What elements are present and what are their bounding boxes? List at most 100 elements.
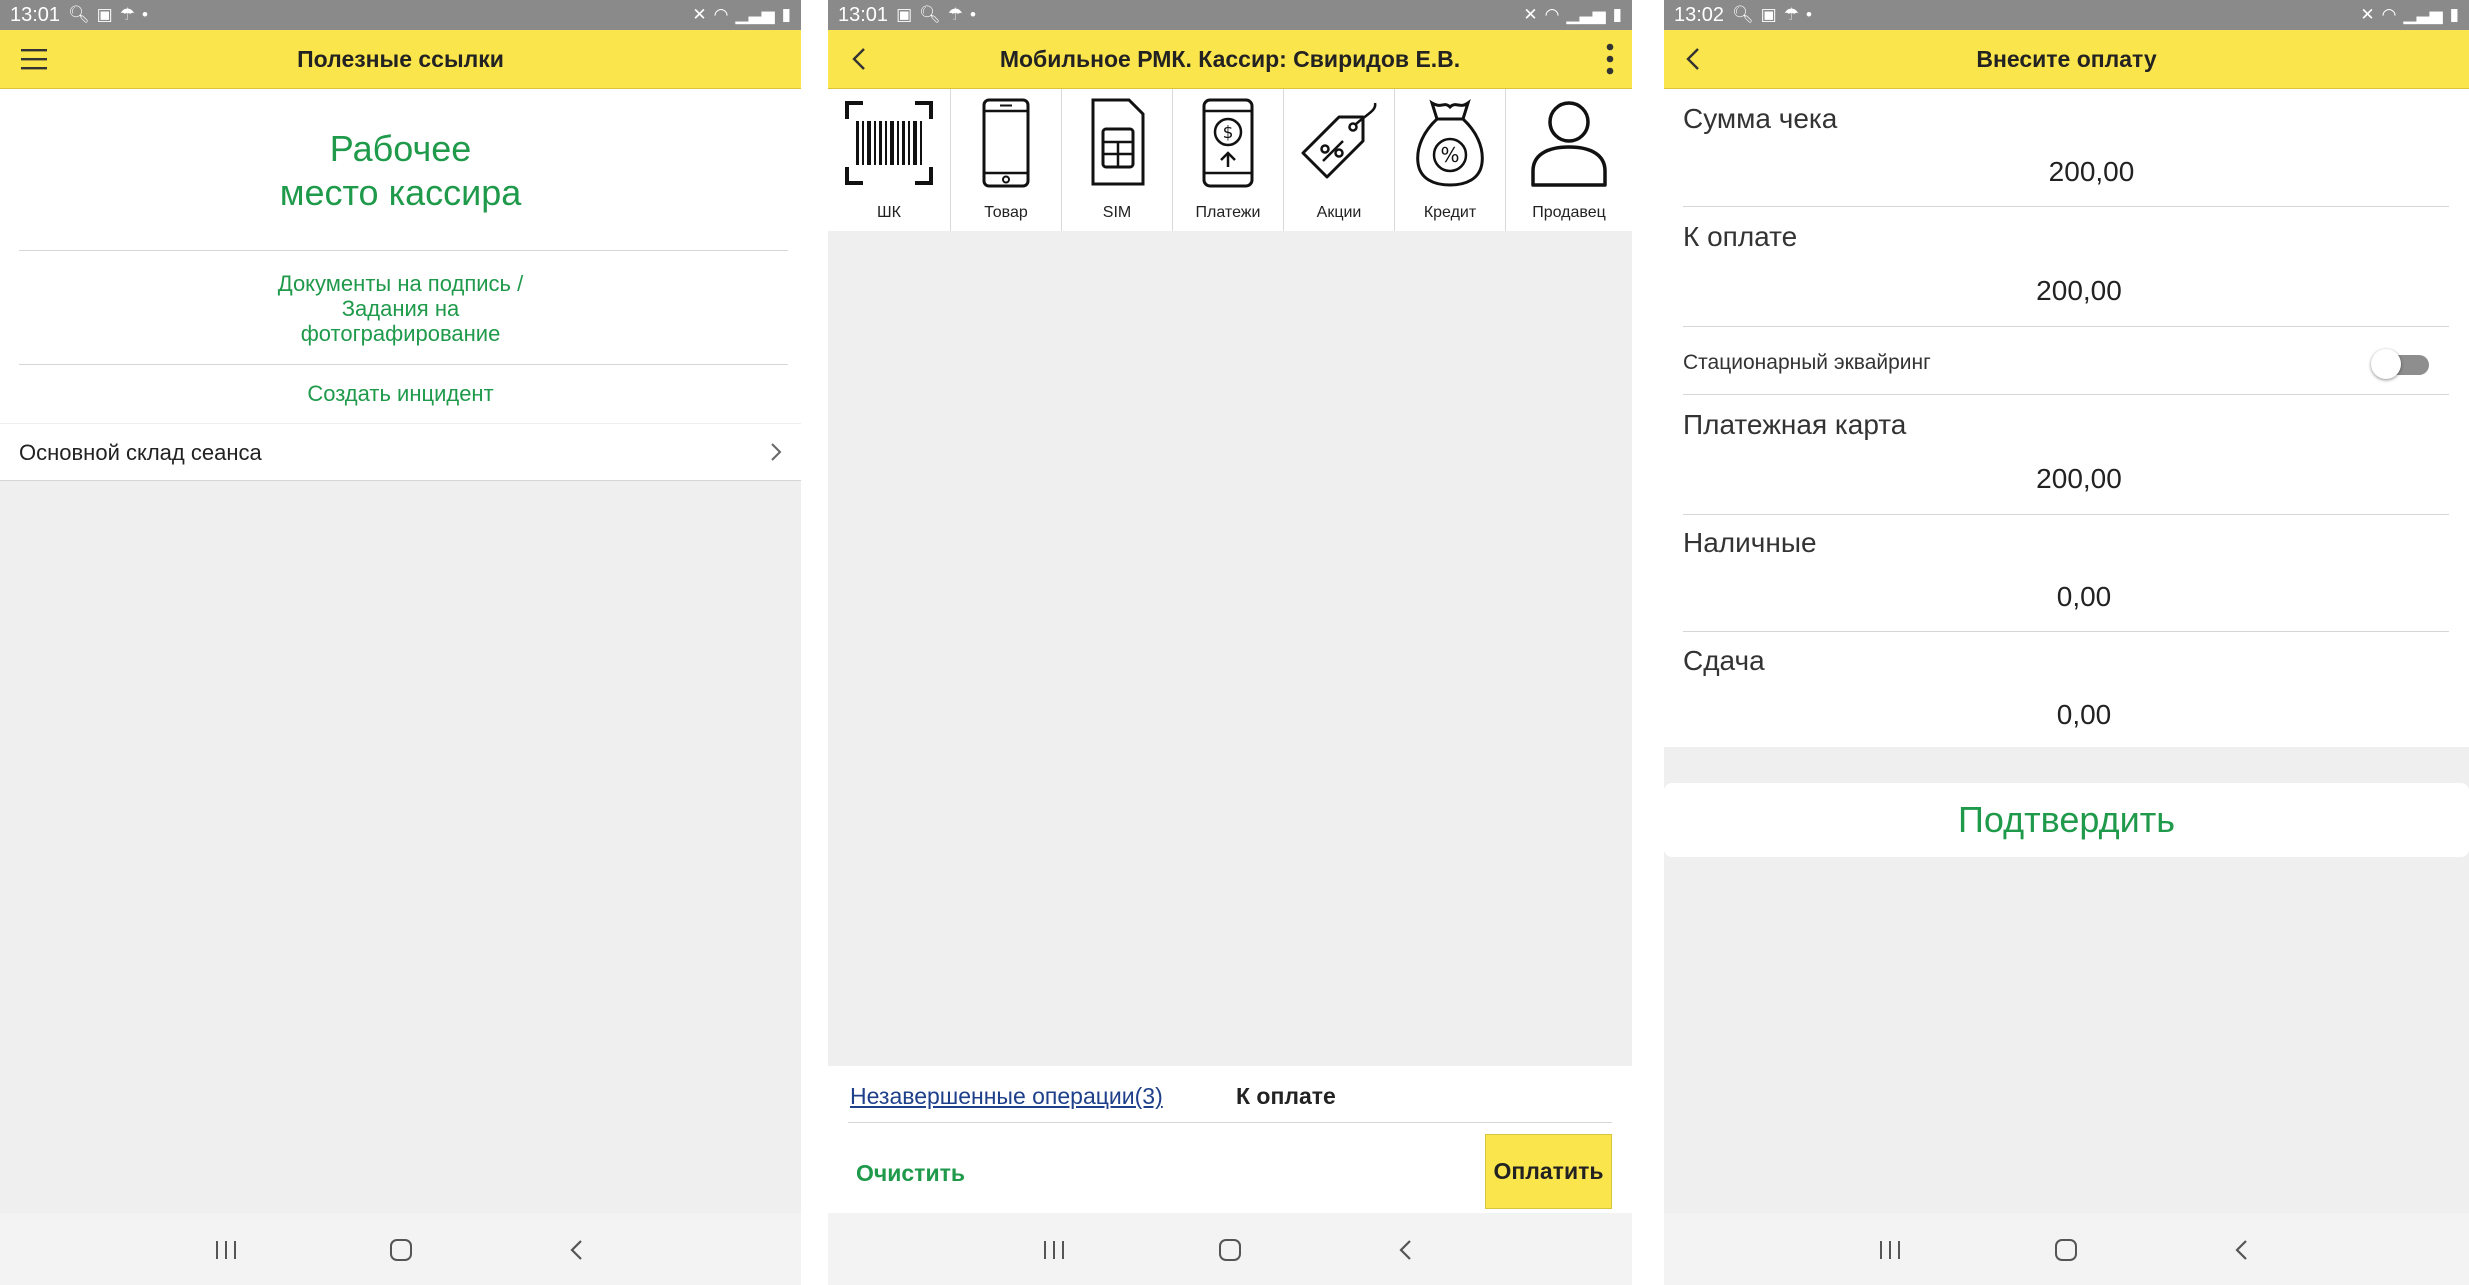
cash-input[interactable]: 0,00: [1664, 581, 2444, 613]
tool-label: SIM: [1102, 204, 1132, 221]
dot-icon: •: [969, 5, 976, 24]
to-pay-value: 200,00: [2036, 275, 2122, 306]
barcode-scan-icon: [845, 101, 933, 185]
wifi-icon: ◠: [2381, 5, 2397, 24]
stationary-acquiring-toggle[interactable]: [2371, 349, 2429, 379]
phone-payment-icon: $: [1202, 98, 1254, 188]
change-value: 0,00: [2056, 699, 2112, 730]
tool-label: Товар: [984, 204, 1028, 221]
toggle-knob: [2371, 349, 2401, 379]
battery-icon: ▮: [2449, 5, 2459, 24]
status-time: 13:02: [1674, 3, 1725, 26]
app-bar: Внесите оплату: [1664, 30, 2469, 89]
home-icon[interactable]: [1213, 1233, 1247, 1267]
signal-icon: ▁▃▅: [1566, 5, 1606, 24]
tool-label: Акции: [1316, 204, 1362, 221]
screen-make-payment: 13:02 🔍︎ ▣ ☂ • ✕ ◠ ▁▃▅ ▮ Внесите оплату …: [1664, 0, 2469, 1285]
dot-icon: •: [1805, 5, 1812, 24]
cashier-workplace-link[interactable]: Рабочее место кассира: [0, 127, 801, 215]
discount-tag-icon: [1301, 102, 1377, 179]
gallery-icon: ▣: [1760, 5, 1777, 24]
main-warehouse-row[interactable]: Основной склад сеанса: [0, 424, 801, 481]
svg-text:$: $: [1223, 123, 1234, 143]
back-icon[interactable]: [560, 1233, 594, 1267]
tool-label: Продавец: [1532, 204, 1606, 221]
divider: [1683, 206, 2449, 207]
gallery-icon: ▣: [896, 5, 913, 24]
documents-link[interactable]: Документы на подпись / Задания на фотогр…: [0, 271, 801, 346]
back-icon[interactable]: [1389, 1233, 1423, 1267]
divider: [19, 364, 788, 365]
wifi-icon: ◠: [713, 5, 729, 24]
tool-credit[interactable]: % Кредит: [1395, 89, 1506, 231]
tool-label: Кредит: [1423, 204, 1477, 221]
home-icon[interactable]: [384, 1233, 418, 1267]
back-icon[interactable]: [2225, 1233, 2259, 1267]
payment-card-label: Платежная карта: [1683, 409, 1907, 440]
svg-text:%: %: [1440, 143, 1459, 167]
page-title: Мобильное РМК. Кассир: Свиридов Е.В.: [999, 46, 1461, 72]
money-bag-icon: %: [1416, 99, 1484, 187]
cashier-workplace-line1: Рабочее: [329, 128, 472, 169]
more-vert-icon[interactable]: [1604, 42, 1616, 76]
to-pay-label: К оплате: [1683, 221, 1798, 252]
pending-operations-link[interactable]: Незавершенные операции(3): [850, 1083, 1163, 1110]
change-label: Сдача: [1683, 645, 1765, 676]
mute-icon: ✕: [2360, 5, 2375, 24]
recent-apps-icon[interactable]: [1873, 1233, 1907, 1267]
divider: [19, 250, 788, 251]
status-bar: 13:02 🔍︎ ▣ ☂ • ✕ ◠ ▁▃▅ ▮: [1664, 0, 2469, 30]
user-icon: [1531, 101, 1607, 187]
pay-button[interactable]: Оплатить: [1485, 1134, 1612, 1209]
recent-apps-icon[interactable]: [1037, 1233, 1071, 1267]
battery-icon: ▮: [781, 5, 791, 24]
search-icon: 🔍︎: [68, 5, 90, 24]
umbrella-icon: ☂: [119, 5, 135, 24]
clear-button[interactable]: Очистить: [856, 1160, 965, 1187]
divider: [1683, 326, 2449, 327]
battery-icon: ▮: [1612, 5, 1622, 24]
home-icon[interactable]: [2049, 1233, 2083, 1267]
divider: [1683, 631, 2449, 632]
cashier-workplace-line2: место кассира: [279, 172, 522, 213]
umbrella-icon: ☂: [1783, 5, 1799, 24]
tool-product[interactable]: Товар: [951, 89, 1062, 231]
page-title: Полезные ссылки: [297, 46, 504, 72]
divider: [848, 1122, 1612, 1123]
dot-icon: •: [141, 5, 148, 24]
divider: [1683, 514, 2449, 515]
wifi-icon: ◠: [1544, 5, 1560, 24]
main-warehouse-label: Основной склад сеанса: [19, 440, 262, 465]
tool-barcode[interactable]: ШК: [828, 89, 951, 231]
system-nav-bar: [828, 1213, 1632, 1285]
status-time: 13:01: [838, 3, 889, 26]
signal-icon: ▁▃▅: [735, 5, 775, 24]
screen-useful-links: 13:01 🔍︎ ▣ ☂ • ✕ ◠ ▁▃▅ ▮ Полезные ссылки…: [0, 0, 801, 1285]
sim-card-icon: [1091, 98, 1145, 186]
mute-icon: ✕: [692, 5, 707, 24]
recent-apps-icon[interactable]: [209, 1233, 243, 1267]
search-icon: 🔍︎: [919, 5, 941, 24]
status-bar: 13:01 ▣ 🔍︎ ☂ • ✕ ◠ ▁▃▅ ▮: [828, 0, 1632, 30]
cash-label: Наличные: [1683, 527, 1817, 558]
system-nav-bar: [1664, 1213, 2469, 1285]
tool-label: Платежи: [1195, 204, 1261, 221]
create-incident-link[interactable]: Создать инцидент: [0, 381, 801, 407]
checkout-panel: Незавершенные операции(3) К оплате Очист…: [828, 1066, 1632, 1214]
system-nav-bar: [0, 1213, 801, 1285]
chevron-right-icon: [771, 443, 782, 461]
tool-payments[interactable]: $ Платежи: [1173, 89, 1284, 231]
receipt-sum-label: Сумма чека: [1683, 103, 1838, 134]
tool-promotions[interactable]: Акции: [1284, 89, 1395, 231]
quick-actions-toolbar: ШК Товар SIM $ Платежи Акции % Кредит Пр…: [828, 89, 1632, 231]
tool-label: ШК: [877, 204, 901, 221]
links-card: Рабочее место кассира Документы на подпи…: [0, 89, 801, 423]
tool-seller[interactable]: Продавец: [1506, 89, 1632, 231]
tool-sim[interactable]: SIM: [1062, 89, 1173, 231]
signal-icon: ▁▃▅: [2403, 5, 2443, 24]
smartphone-icon: [982, 98, 1030, 188]
payment-card-input[interactable]: 200,00: [1664, 463, 2444, 495]
confirm-button[interactable]: Подтвердить: [1664, 783, 2469, 857]
search-icon: 🔍︎: [1732, 5, 1754, 24]
status-bar: 13:01 🔍︎ ▣ ☂ • ✕ ◠ ▁▃▅ ▮: [0, 0, 801, 30]
